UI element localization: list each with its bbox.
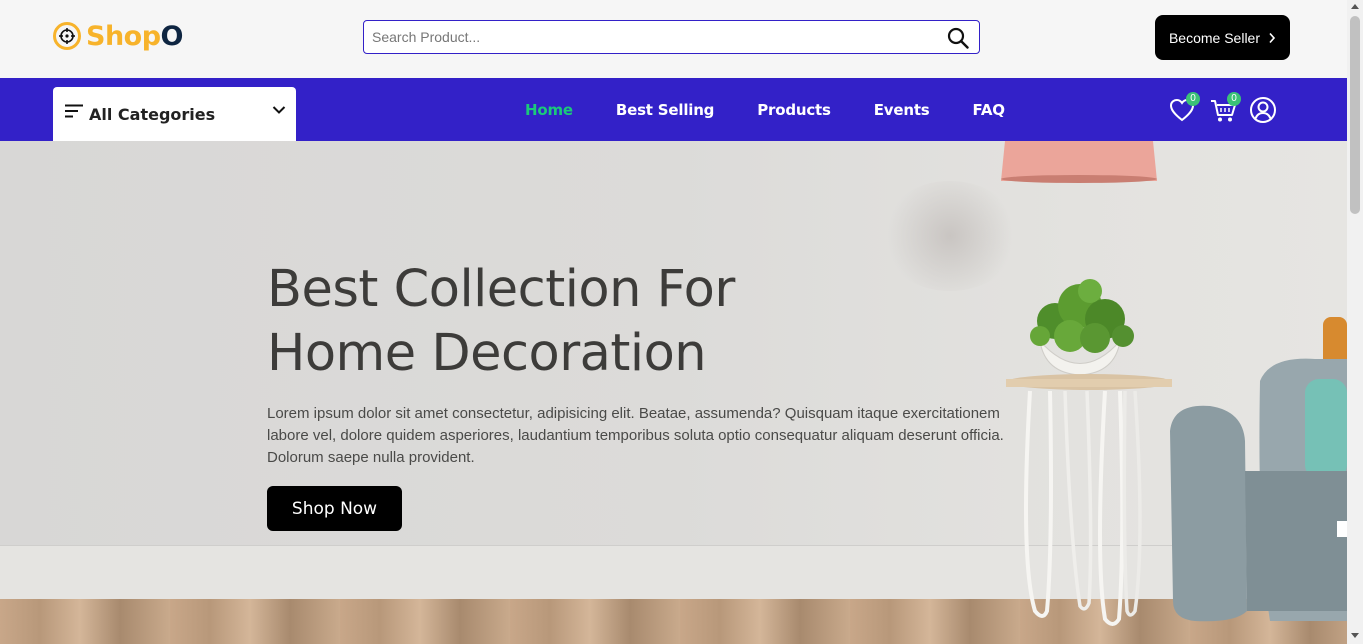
- nav-link-events[interactable]: Events: [874, 101, 930, 119]
- nav-link-faq[interactable]: FAQ: [973, 101, 1005, 119]
- top-header: ShopO Become Seller: [0, 0, 1347, 78]
- profile-button[interactable]: [1248, 95, 1278, 125]
- scroll-up-arrow[interactable]: [1351, 4, 1359, 9]
- cart-count-badge: 0: [1227, 92, 1241, 106]
- cart-button[interactable]: 0: [1208, 92, 1241, 125]
- armchair: [1170, 317, 1347, 622]
- nav-link-home[interactable]: Home: [525, 101, 573, 119]
- all-categories-label: All Categories: [89, 105, 216, 124]
- wishlist-button[interactable]: 0: [1167, 92, 1200, 125]
- nav-link-best-selling[interactable]: Best Selling: [616, 101, 715, 119]
- side-table: [1006, 374, 1172, 626]
- all-categories-dropdown[interactable]: All Categories: [53, 87, 296, 141]
- scroll-thumb[interactable]: [1350, 16, 1360, 214]
- logo[interactable]: ShopO: [52, 18, 184, 54]
- chevron-down-icon: [272, 106, 286, 114]
- search-input[interactable]: [364, 21, 932, 53]
- nav-link-products[interactable]: Products: [757, 101, 831, 119]
- become-seller-label: Become Seller: [1168, 29, 1261, 46]
- potted-plant: [1030, 279, 1134, 376]
- search-icon[interactable]: [947, 27, 969, 49]
- scroll-down-arrow[interactable]: [1351, 633, 1359, 638]
- page-scrollbar[interactable]: [1347, 0, 1363, 644]
- hero-title-line2: Home Decoration: [267, 324, 707, 383]
- hero-description: Lorem ipsum dolor sit amet consectetur, …: [267, 405, 1004, 466]
- home-decor-illustration: [1001, 141, 1347, 626]
- shop-now-button[interactable]: Shop Now: [267, 486, 402, 531]
- menu-lines-icon: [65, 104, 83, 118]
- search-bar: [363, 20, 980, 54]
- become-seller-button[interactable]: Become Seller: [1155, 15, 1290, 60]
- logo-text: ShopO: [86, 20, 184, 52]
- logo-text-o: O: [160, 20, 184, 52]
- user-icon: [1250, 97, 1276, 123]
- hero-banner: Best Collection For Home Decoration Lore…: [0, 141, 1347, 644]
- chevron-right-icon: [1269, 32, 1276, 43]
- wishlist-count-badge: 0: [1186, 92, 1200, 106]
- nav-links: Home Best Selling Products Events FAQ: [525, 78, 1048, 141]
- main-navbar: All Categories Home Best Selling Product…: [0, 78, 1347, 141]
- pendant-lamp: [1001, 141, 1157, 183]
- logo-text-shop: Shop: [86, 20, 161, 52]
- hero-title: Best Collection For Home Decoration: [267, 258, 735, 386]
- hero-title-line1: Best Collection For: [267, 260, 735, 319]
- logo-target-icon: [53, 22, 81, 50]
